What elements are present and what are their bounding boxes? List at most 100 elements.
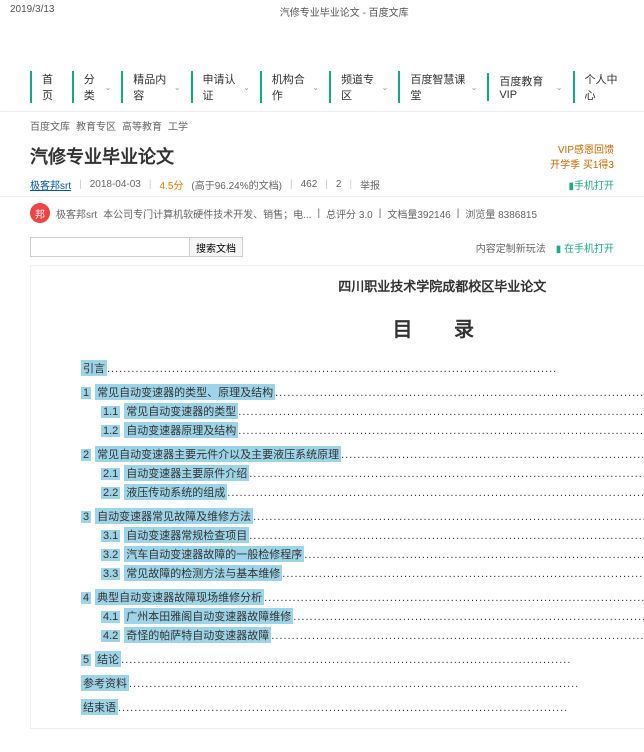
breadcrumb: 百度文库教育专区高等教育工学 (0, 112, 644, 139)
toc-number: 5 (81, 654, 91, 666)
toc-number: 2.2 (101, 487, 120, 499)
toc-dots (275, 387, 644, 399)
toc-entry[interactable]: 引言2 (81, 360, 644, 376)
toc-entry[interactable]: 2.2液压传动系统的组成9 (81, 484, 644, 500)
toc-text: 参考资料 (81, 675, 129, 691)
toc-dots (107, 363, 644, 375)
mobile-badge[interactable]: ▮手机打开 (568, 177, 614, 192)
chevron-down-icon: ⌄ (174, 83, 181, 92)
nav-item-6[interactable]: 百度智慧课堂 ⌄ (398, 71, 487, 103)
nav-item-0[interactable]: 首页 (30, 71, 72, 103)
meta-v2: 2 (336, 179, 342, 190)
doc-rank: (高于96.24%的文档) (191, 177, 282, 192)
toc-entry[interactable]: 1.2自动变速器原理及结构4 (81, 422, 644, 438)
nav-item-7[interactable]: 百度教育VIP ⌄ (487, 73, 572, 101)
chevron-down-icon: ⌄ (382, 83, 389, 92)
toc-number: 1.2 (101, 425, 120, 437)
chevron-down-icon: ⌄ (105, 83, 112, 92)
toc-text: 自动变速器主要原件介绍 (124, 465, 249, 481)
toc-dots (264, 592, 644, 604)
toc-number: 1.1 (101, 406, 120, 418)
content-custom[interactable]: 内容定制新玩法 (476, 240, 546, 255)
toc-number: 1 (81, 387, 91, 399)
toc-entry[interactable]: 4.1广州本田雅阁自动变速器故障维修13 (81, 608, 644, 624)
doc-date: 2018-04-03 (90, 179, 141, 190)
publisher-row: 邦 极客邦srt 本公司专门计算机软硬件技术开发、销售；电... | 总评分 3… (0, 196, 644, 229)
print-date: 2019/3/13 (10, 4, 55, 19)
toc-entry[interactable]: 1常见自动变速器的类型、原理及结构3 (81, 384, 644, 400)
toc-entry[interactable]: 3.2汽车自动变速器故障的一般检修程序10 (81, 546, 644, 562)
chevron-down-icon: ⌄ (471, 83, 478, 92)
chevron-down-icon: ⌄ (312, 83, 319, 92)
toc-text: 汽车自动变速器故障的一般检修程序 (124, 546, 304, 562)
nav-item-5[interactable]: 频道专区 ⌄ (329, 71, 398, 103)
toc-number: 3.1 (101, 530, 120, 542)
toc-entry[interactable]: 2常见自动变速器主要元件介以及主要液压系统原理9 (81, 446, 644, 462)
doc-score: 4.5分 (159, 177, 183, 192)
toc-number: 4.1 (101, 611, 120, 623)
toc-entry[interactable]: 3.1自动变速器常规检查项目10 (81, 527, 644, 543)
toc-dots (249, 468, 644, 480)
publisher-name[interactable]: 极客邦srt (56, 206, 97, 221)
toc-text: 结论 (95, 651, 121, 667)
toc-dots (249, 530, 644, 542)
table-of-contents: 引言21常见自动变速器的类型、原理及结构31.1常见自动变速器的类型31.2自动… (51, 360, 644, 715)
toc-entry[interactable]: 3自动变速器常见故障及维修方法10 (81, 508, 644, 524)
toc-text: 广州本田雅阁自动变速器故障维修 (124, 608, 293, 624)
breadcrumb-item[interactable]: 高等教育 (122, 122, 162, 133)
vip-promo[interactable]: VIP感恩回馈 开学季 买1得3 (550, 141, 614, 171)
vip-line1: VIP感恩回馈 (550, 141, 614, 156)
breadcrumb-item[interactable]: 百度文库 (30, 122, 70, 133)
publisher-desc: 本公司专门计算机软硬件技术开发、销售；电... (103, 206, 311, 221)
avatar[interactable]: 邦 (30, 203, 50, 223)
toc-dots (129, 678, 644, 690)
toc-text: 自动变速器常规检查项目 (124, 527, 249, 543)
nav-item-4[interactable]: 机构合作 ⌄ (260, 71, 329, 103)
toc-dots (341, 449, 644, 461)
toc-number: 4 (81, 592, 91, 604)
publisher-docs: 文档量392146 (387, 206, 450, 221)
nav-item-2[interactable]: 精品内容 ⌄ (121, 71, 190, 103)
toc-entry[interactable]: 4典型自动变速器故障现场维修分析13 (81, 589, 644, 605)
report-link[interactable]: 举报 (360, 177, 380, 192)
meta-v1: 462 (301, 179, 318, 190)
toc-dots (238, 406, 644, 418)
toc-entry[interactable]: 1.1常见自动变速器的类型3 (81, 403, 644, 419)
document-page: 四川职业技术学院成都校区毕业论文 目 录 引言21常见自动变速器的类型、原理及结… (30, 265, 644, 729)
doc-page-header: 四川职业技术学院成都校区毕业论文 (51, 276, 644, 295)
breadcrumb-item[interactable]: 教育专区 (76, 122, 116, 133)
toc-dots (238, 425, 644, 437)
nav-item-1[interactable]: 分类 ⌄ (72, 71, 122, 103)
toc-dots (293, 611, 644, 623)
toc-entry[interactable]: 结束语20 (81, 699, 644, 715)
toc-dots (304, 549, 644, 561)
toc-entry[interactable]: 2.1自动变速器主要原件介绍9 (81, 465, 644, 481)
toc-dots (282, 568, 644, 580)
publisher-views: 浏览量 8386815 (465, 206, 537, 221)
toc-entry[interactable]: 参考资料19 (81, 675, 644, 691)
toc-entry[interactable]: 3.3常见故障的检测方法与基本维修11 (81, 565, 644, 581)
toc-text: 典型自动变速器故障现场维修分析 (95, 589, 264, 605)
toc-entry[interactable]: 4.2奇怪的帕萨特自动变速器故障15 (81, 627, 644, 643)
toc-number: 4.2 (101, 630, 120, 642)
toc-number: 3.2 (101, 549, 120, 561)
toc-title: 目 录 (51, 313, 644, 342)
toc-text: 引言 (81, 360, 107, 376)
toc-number: 2.1 (101, 468, 120, 480)
document-title: 汽修专业毕业论文 (30, 143, 174, 169)
toc-entry[interactable]: 5结论18 (81, 651, 644, 667)
publisher-rating: 总评分 3.0 (326, 206, 373, 221)
chevron-down-icon: ⌄ (556, 83, 563, 92)
breadcrumb-item[interactable]: 工学 (168, 122, 188, 133)
print-title: 汽修专业毕业论文 - 百度文库 (280, 4, 409, 19)
toc-text: 自动变速器原理及结构 (124, 422, 238, 438)
toc-number: 2 (81, 449, 91, 461)
nav-item-8[interactable]: 个人中心 (573, 71, 634, 103)
toc-text: 奇怪的帕萨特自动变速器故障 (124, 627, 271, 643)
open-mobile[interactable]: ▮ 在手机打开 (556, 240, 614, 255)
nav-item-3[interactable]: 申请认证 ⌄ (191, 71, 260, 103)
search-button[interactable]: 搜索文档 (190, 237, 243, 257)
toc-text: 结束语 (81, 699, 118, 715)
author-link[interactable]: 极客邦srt (30, 177, 71, 192)
search-input[interactable] (30, 237, 190, 257)
